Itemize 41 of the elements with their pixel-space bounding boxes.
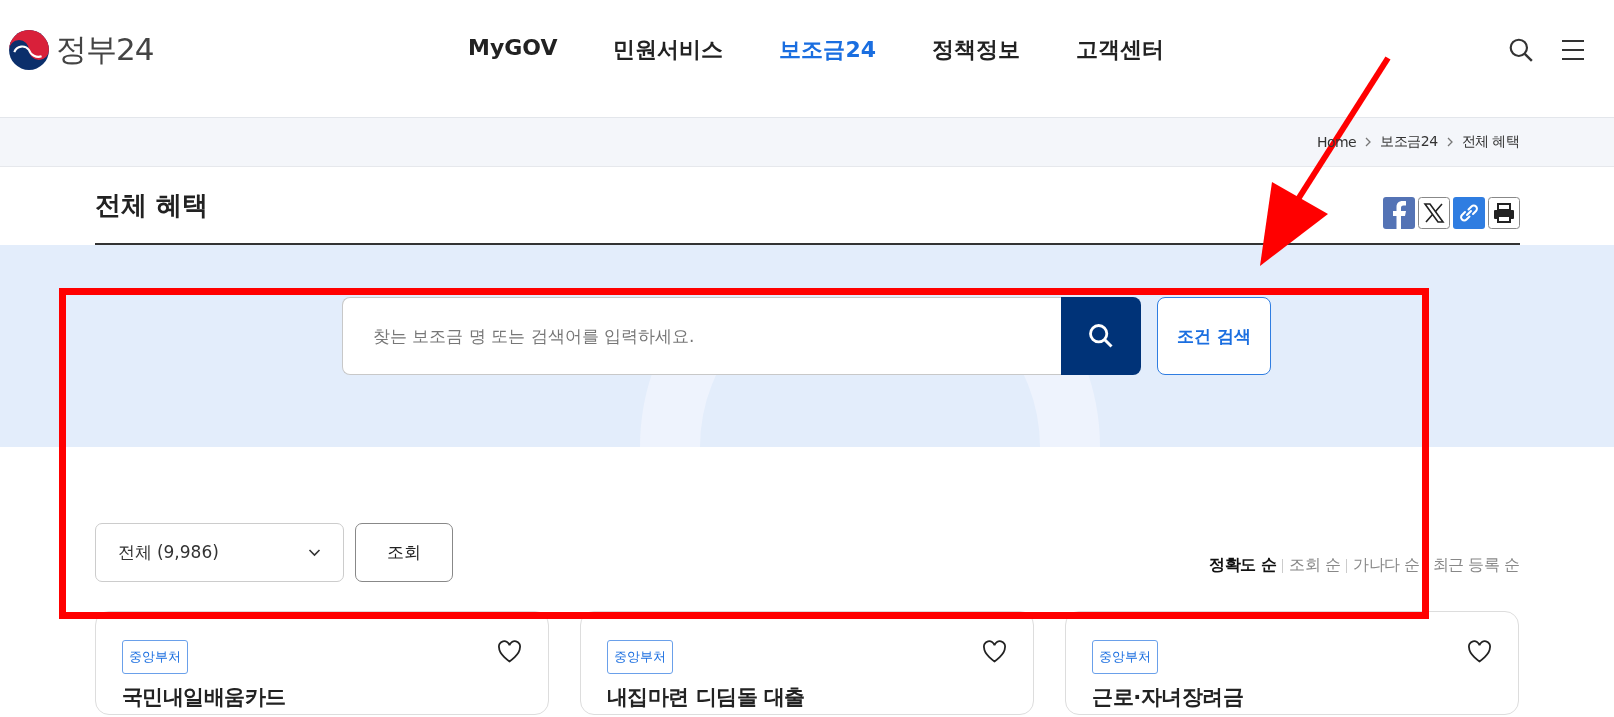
heart-icon[interactable] <box>982 640 1008 663</box>
search-button[interactable] <box>1061 297 1141 375</box>
search-field[interactable]: 찾는 보조금 명 또는 검색어를 입력하세요. <box>342 297 1061 375</box>
card-title: 근로·자녀장려금 <box>1092 684 1245 711</box>
heart-icon[interactable] <box>496 640 522 663</box>
category-tag: 중앙부처 <box>121 640 188 674</box>
sort-option[interactable]: 가나다 순 <box>1353 555 1420 576</box>
nav-item[interactable]: MyGOV <box>468 34 558 65</box>
breadcrumb-link[interactable]: 전체 혜택 <box>1461 133 1520 151</box>
benefit-card[interactable]: 중앙부처 내집마련 디딤돌 대출 <box>579 611 1035 715</box>
nav-item[interactable]: 고객센터 <box>1076 34 1165 65</box>
menu-icon[interactable] <box>1560 37 1586 62</box>
search-icon <box>1087 322 1115 350</box>
sort-option[interactable]: 정확도 순 <box>1209 555 1277 576</box>
nav-item[interactable]: 보조금24 <box>779 34 877 65</box>
filter-search-button[interactable]: 조건 검색 <box>1157 297 1271 375</box>
nav-item[interactable]: 정책정보 <box>932 34 1021 65</box>
sort-option[interactable]: 조회 순 <box>1289 555 1341 576</box>
category-tag: 중앙부처 <box>606 640 673 674</box>
search-submit-button[interactable]: 조회 <box>354 523 453 582</box>
category-select[interactable]: 전체 (9,986) <box>94 523 344 582</box>
search-icon[interactable] <box>1508 36 1534 63</box>
link-icon[interactable] <box>1452 197 1485 229</box>
chevron-icon <box>1365 137 1372 147</box>
page-title: 전체 혜택 <box>94 188 208 222</box>
chevron-down-icon <box>307 548 321 557</box>
category-tag: 중앙부처 <box>1092 640 1159 674</box>
card-title: 국민내일배움카드 <box>121 684 287 711</box>
benefit-card[interactable]: 중앙부처 근로·자녀장려금 <box>1065 611 1520 715</box>
nav-item[interactable]: 민원서비스 <box>613 34 724 65</box>
chevron-icon <box>1446 137 1453 147</box>
benefit-card[interactable]: 중앙부처 국민내일배움카드 <box>94 611 549 715</box>
facebook-icon[interactable] <box>1382 197 1415 229</box>
logo-icon <box>8 28 50 71</box>
x-logo-icon[interactable] <box>1417 197 1450 229</box>
breadcrumb-link[interactable]: 보조금24 <box>1380 133 1438 151</box>
site-logo-text[interactable]: 정부24 <box>56 28 154 71</box>
sort-option[interactable]: 최근 등록 순 <box>1432 555 1520 576</box>
heart-icon[interactable] <box>1467 640 1493 663</box>
print-icon[interactable] <box>1487 197 1520 229</box>
card-title: 내집마련 디딤돌 대출 <box>606 684 806 711</box>
